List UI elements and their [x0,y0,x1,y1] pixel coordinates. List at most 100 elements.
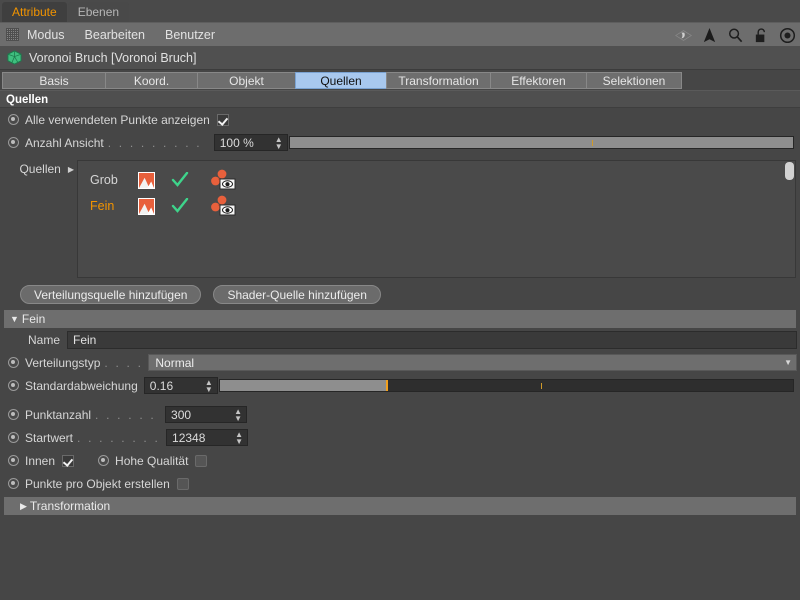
value-distribution-type: Normal [155,355,195,370]
fold-header-transformation[interactable]: ▶ Transformation [4,497,796,515]
sources-list-scrollbar[interactable] [785,162,794,180]
field-standard-deviation[interactable]: 0.16 ▲ ▼ [143,377,218,394]
value-count-view: 100 % [219,135,254,150]
menu-bar: Modus Bearbeiten Benutzer [0,22,800,46]
sources-button-row: Verteilungsquelle hinzufügen Shader-Quel… [0,278,800,310]
target-icon[interactable] [779,27,796,44]
tab-quellen[interactable]: Quellen [295,71,386,89]
slider-handle[interactable] [386,380,388,391]
fold-header-fein[interactable]: ▼ Fein [4,310,796,328]
animation-track-icon[interactable] [8,380,19,391]
animation-track-icon[interactable] [8,137,19,148]
shader-thumbnail-icon[interactable] [138,197,155,215]
menu-bar-icons [675,23,796,47]
label-seed: Startwert [25,430,74,445]
cursor-arrow-icon[interactable] [701,27,718,44]
sources-list-caption: Quellen [19,162,61,176]
label-show-all-points: Alle verwendeten Punkte anzeigen [25,112,210,127]
ghost-icon[interactable] [675,27,692,44]
checkbox-high-quality[interactable] [195,454,208,467]
select-distribution-type[interactable]: Normal ▼ [148,354,797,371]
leader-dots: . . . . . . [104,355,144,370]
unlock-icon[interactable] [753,27,770,44]
chevron-right-icon[interactable]: ▶ [68,165,74,174]
panel-tab-ebenen[interactable]: Ebenen [67,2,130,22]
row-seed: Startwert . . . . . . . . . . . 12348 ▲▼ [0,426,800,449]
field-count-view[interactable]: 100 % ▲ ▼ [213,134,288,151]
label-points-per-object: Punkte pro Objekt erstellen [25,476,170,491]
chevron-right-icon[interactable]: ▶ [20,501,27,511]
slider-standard-deviation[interactable] [218,379,794,392]
voronoi-fracture-icon [7,50,22,65]
sources-list[interactable]: Grob Fein [77,160,796,278]
checkbox-inside[interactable] [62,454,75,467]
menu-item-benutzer[interactable]: Benutzer [165,28,215,42]
label-distribution-type: Verteilungstyp [25,355,101,370]
chevron-down-icon[interactable]: ▼ [10,314,19,324]
label-count-view: Anzahl Ansicht [25,135,104,150]
row-show-all-points: Alle verwendeten Punkte anzeigen [0,108,800,131]
leader-dots: . . . . . . . . . . . [77,430,162,445]
source-name: Fein [90,199,115,213]
list-item[interactable]: Fein [78,193,795,219]
spinner-icon[interactable]: ▲ ▼ [275,136,283,151]
menu-item-modus[interactable]: Modus [27,28,65,42]
green-check-icon[interactable] [171,172,189,188]
label-inside: Innen [25,453,56,468]
row-count-view: Anzahl Ansicht . . . . . . . . . . . . .… [0,131,800,154]
add-shader-source-button[interactable]: Shader-Quelle hinzufügen [213,285,381,304]
value-seed: 12348 [172,430,206,445]
row-points-per-object: Punkte pro Objekt erstellen [0,472,800,495]
leader-dots: . . . . . . . . . [95,407,161,422]
animation-track-icon[interactable] [8,478,19,489]
field-seed[interactable]: 12348 ▲ ▼ [166,429,249,446]
animation-track-icon[interactable] [8,432,19,443]
spinner-icon[interactable]: ▲ ▼ [205,379,213,394]
row-standard-deviation: Standardabweichung 0.16 ▲ ▼ [0,374,800,397]
animation-track-icon[interactable] [8,455,19,466]
chevron-down-icon[interactable]: ▼ [784,358,792,367]
checkbox-points-per-object[interactable] [176,477,189,490]
value-point-count: 300 [171,407,192,422]
slider-count-view[interactable] [288,136,794,149]
tab-objekt[interactable]: Objekt [197,71,295,89]
object-title: Voronoi Bruch [Voronoi Bruch] [29,50,197,65]
tab-koord[interactable]: Koord. [105,71,197,89]
tab-basis[interactable]: Basis [2,71,105,89]
label-point-count: Punktanzahl [25,407,92,422]
row-point-count: Punktanzahl . . . . . . . . . 300 ▲▼ [0,403,800,426]
input-name[interactable]: Fein [67,330,797,349]
slider-tick [540,383,542,389]
object-header: Voronoi Bruch [Voronoi Bruch] [0,46,800,70]
add-distribution-source-button[interactable]: Verteilungsquelle hinzufügen [20,285,202,304]
spinner-icon[interactable]: ▲ ▼ [234,408,242,423]
label-sources-list: Quellen ▶ [8,160,77,178]
animation-track-icon[interactable] [8,409,19,420]
animation-track-icon[interactable] [8,114,19,125]
spinner-icon[interactable]: ▲ ▼ [235,431,243,446]
field-point-count[interactable]: 300 ▲ ▼ [165,406,248,423]
tab-transformation[interactable]: Transformation [386,71,490,89]
animation-track-icon[interactable] [98,455,110,466]
value-name: Fein [73,332,97,347]
drag-grip-icon[interactable] [6,28,19,41]
slider-tick [591,140,593,146]
label-standard-deviation: Standardabweichung [25,378,138,393]
fold-header-label: Fein [21,312,46,326]
shader-thumbnail-icon[interactable] [138,171,155,189]
search-icon[interactable] [727,27,744,44]
checkbox-show-all-points[interactable] [216,113,229,126]
attribute-tab-row: Basis Koord. Objekt Quellen Transformati… [0,70,800,90]
tab-effektoren[interactable]: Effektoren [490,71,586,89]
animation-track-icon[interactable] [8,357,19,368]
row-inside-quality: Innen Hohe Qualität [0,449,800,472]
panel-tab-attribute[interactable]: Attribute [2,2,67,22]
eye-visibility-icon[interactable] [211,195,239,217]
menu-item-bearbeiten[interactable]: Bearbeiten [85,28,145,42]
list-item[interactable]: Grob [78,167,795,193]
tab-selektionen[interactable]: Selektionen [586,71,682,89]
label-high-quality: Hohe Qualität [115,453,189,468]
eye-visibility-icon[interactable] [211,169,239,191]
row-distribution-type: Verteilungstyp . . . . . . Normal ▼ [0,351,800,374]
green-check-icon[interactable] [171,198,189,214]
